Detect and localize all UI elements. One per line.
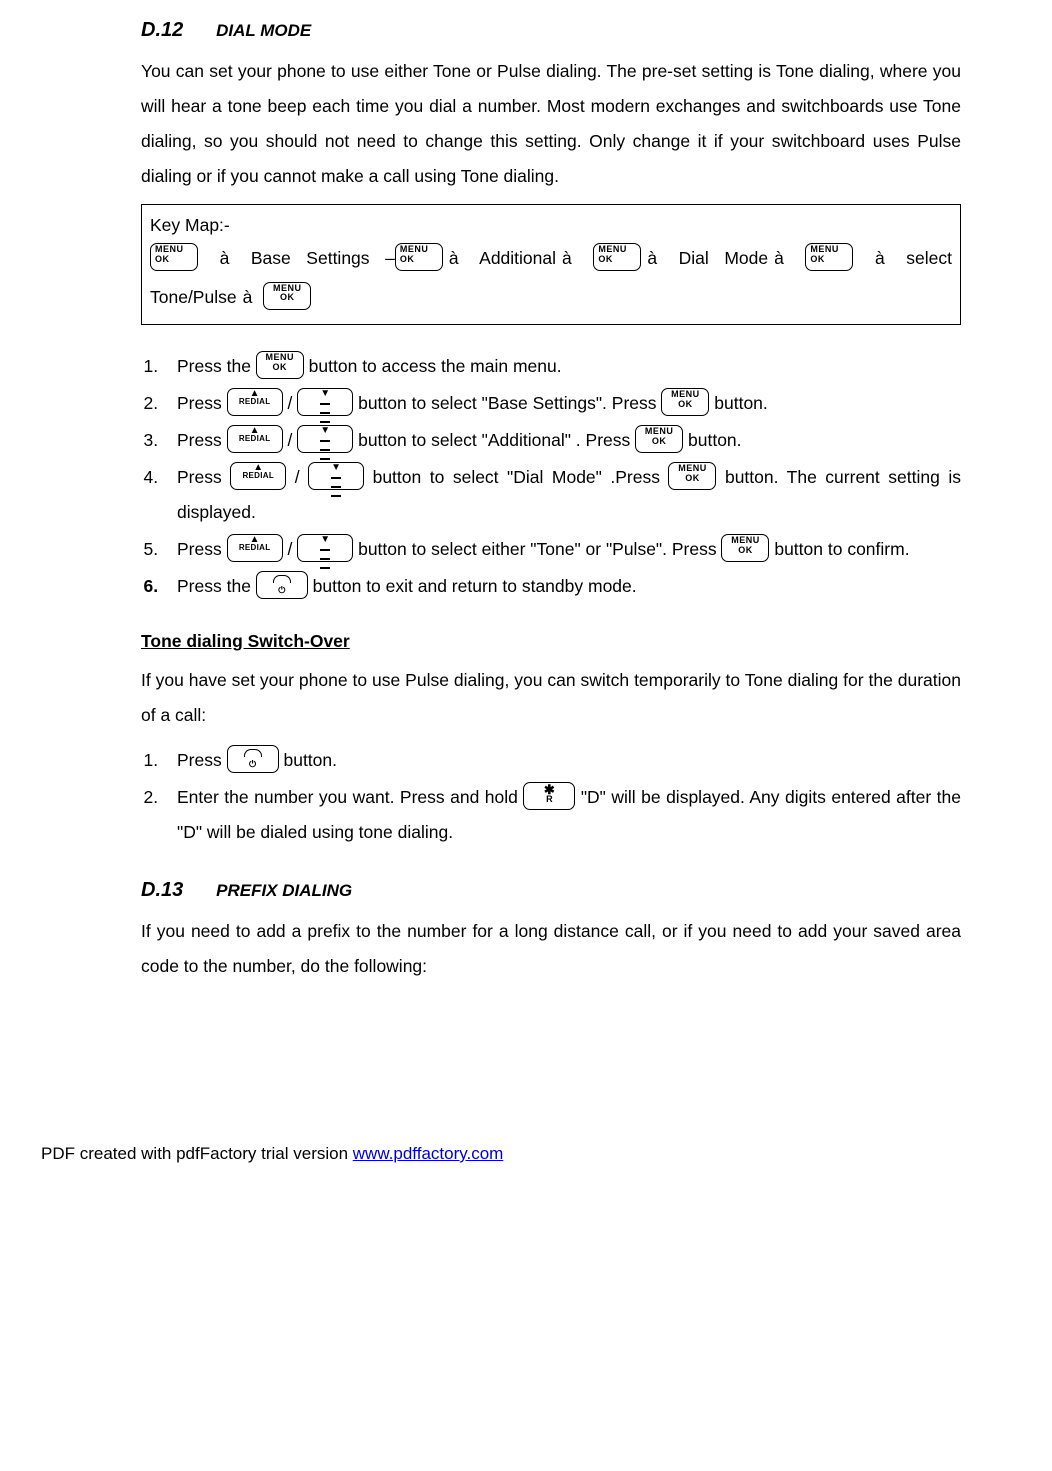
step-2: Press ▲REDIAL / ▼ button to select "Base… xyxy=(163,386,961,421)
d12-steps: Press the MENUOK button to access the ma… xyxy=(141,349,961,604)
arrow-icon: à xyxy=(869,239,891,278)
footer-text: PDF created with pdfFactory trial versio… xyxy=(41,1144,353,1163)
tone-switch-steps: Press ⏻ button. Enter the number you wan… xyxy=(141,743,961,850)
hangup-icon: ⏻ xyxy=(227,745,279,773)
arrow-icon: à xyxy=(443,239,465,278)
arrow-icon: à xyxy=(214,239,236,278)
star-r-icon: ✱R xyxy=(523,782,575,810)
section-title: DIAL MODE xyxy=(216,21,311,40)
down-list-icon: ▼ xyxy=(308,462,364,490)
pdf-footer: PDF created with pdfFactory trial versio… xyxy=(41,1144,961,1164)
step-6: Press the ⏻ button to exit and return to… xyxy=(163,569,961,604)
d13-intro: If you need to add a prefix to the numbe… xyxy=(141,914,961,984)
menu-ok-icon: MENUOK xyxy=(256,351,304,379)
ts-step-1: Press ⏻ button. xyxy=(163,743,961,778)
section-number: D.13 xyxy=(141,879,183,901)
keymap-box: Key Map:- MENUOK à Base Settings –MENUOK… xyxy=(141,204,961,325)
keymap-dial-mode: Dial Mode xyxy=(679,248,768,268)
up-redial-icon: ▲REDIAL xyxy=(230,462,286,490)
up-redial-icon: ▲REDIAL xyxy=(227,388,283,416)
arrow-icon: à xyxy=(641,239,663,278)
footer-link[interactable]: www.pdffactory.com xyxy=(353,1144,504,1163)
tone-switch-intro: If you have set your phone to use Pulse … xyxy=(141,663,961,733)
menu-ok-icon: MENUOK xyxy=(721,534,769,562)
step-1: Press the MENUOK button to access the ma… xyxy=(163,349,961,384)
ts-step-2: Enter the number you want. Press and hol… xyxy=(163,780,961,850)
up-redial-icon: ▲REDIAL xyxy=(227,425,283,453)
section-title: PREFIX DIALING xyxy=(216,881,352,900)
menu-ok-icon: MENUOK xyxy=(668,462,716,490)
step-4: Press ▲REDIAL / ▼ button to select "Dial… xyxy=(163,460,961,530)
keymap-label: Key Map:- xyxy=(150,211,952,239)
down-list-icon: ▼ xyxy=(297,388,353,416)
menu-ok-icon: MENUOK xyxy=(661,388,709,416)
d12-intro: You can set your phone to use either Ton… xyxy=(141,54,961,194)
keymap-sequence-2: Tone/Pulseà MENUOK xyxy=(150,278,952,317)
step-5: Press ▲REDIAL / ▼ button to select eithe… xyxy=(163,532,961,567)
section-heading-d13: D.13 PREFIX DIALING xyxy=(141,870,961,910)
arrow-icon: à xyxy=(768,239,790,278)
menu-ok-icon: MENUOK xyxy=(805,243,853,271)
menu-ok-icon: MENUOK xyxy=(263,282,311,310)
down-list-icon: ▼ xyxy=(297,425,353,453)
menu-ok-icon: MENUOK xyxy=(635,425,683,453)
menu-ok-icon: MENUOK xyxy=(395,243,443,271)
keymap-base-settings: Base Settings xyxy=(251,248,370,268)
keymap-sequence: MENUOK à Base Settings –MENUOKà Addition… xyxy=(150,239,952,278)
section-heading-d12: D.12 DIAL MODE xyxy=(141,10,961,50)
menu-ok-icon: MENUOK xyxy=(150,243,198,271)
arrow-icon: à xyxy=(556,239,578,278)
up-redial-icon: ▲REDIAL xyxy=(227,534,283,562)
hangup-icon: ⏻ xyxy=(256,571,308,599)
tone-switch-heading: Tone dialing Switch-Over xyxy=(141,624,961,659)
step-3: Press ▲REDIAL / ▼ button to select "Addi… xyxy=(163,423,961,458)
keymap-dash: – xyxy=(385,248,395,268)
arrow-icon: à xyxy=(237,278,259,317)
section-number: D.12 xyxy=(141,19,183,41)
down-list-icon: ▼ xyxy=(297,534,353,562)
keymap-additional: Additional xyxy=(479,248,556,268)
menu-ok-icon: MENUOK xyxy=(593,243,641,271)
